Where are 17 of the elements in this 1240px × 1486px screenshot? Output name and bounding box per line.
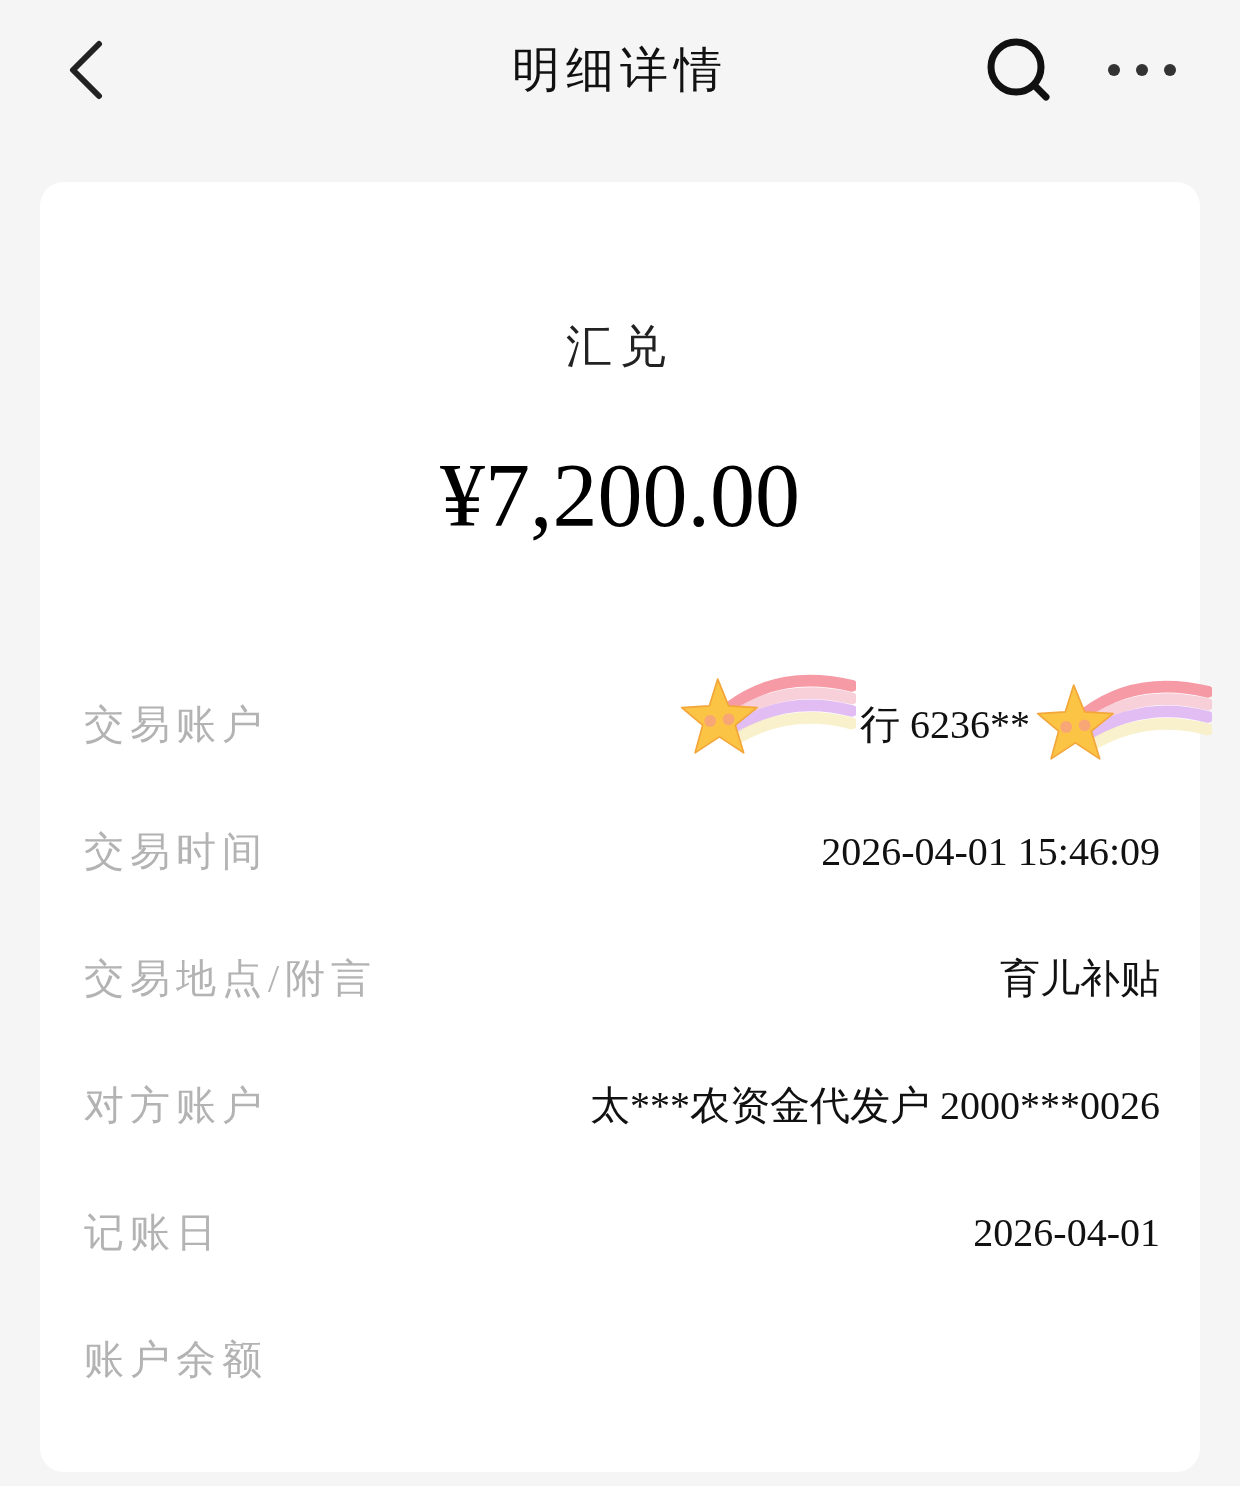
field-label: 账户余额	[84, 1335, 268, 1384]
transaction-type: 汇兑	[566, 320, 674, 374]
field-value: 育儿补贴	[1000, 954, 1160, 1003]
page-title: 明细详情	[512, 42, 728, 98]
field-label: 交易时间	[84, 827, 268, 876]
more-icon	[1107, 63, 1177, 77]
field-label: 对方账户	[84, 1081, 268, 1130]
amount: ¥7,200.00	[440, 451, 800, 541]
search-icon	[986, 37, 1052, 103]
field-label: 记账日	[84, 1208, 222, 1257]
field-label: 交易地点/附言	[84, 954, 378, 1003]
field-value: 太***农资金代发户 2000***0026	[590, 1081, 1160, 1130]
back-icon	[67, 40, 103, 100]
field-label: 交易账户	[84, 700, 268, 749]
field-value: 2026-04-01 15:46:09	[821, 827, 1160, 876]
field-value: 行 6236**	[860, 700, 1030, 749]
field-value: 2026-04-01	[973, 1208, 1160, 1257]
